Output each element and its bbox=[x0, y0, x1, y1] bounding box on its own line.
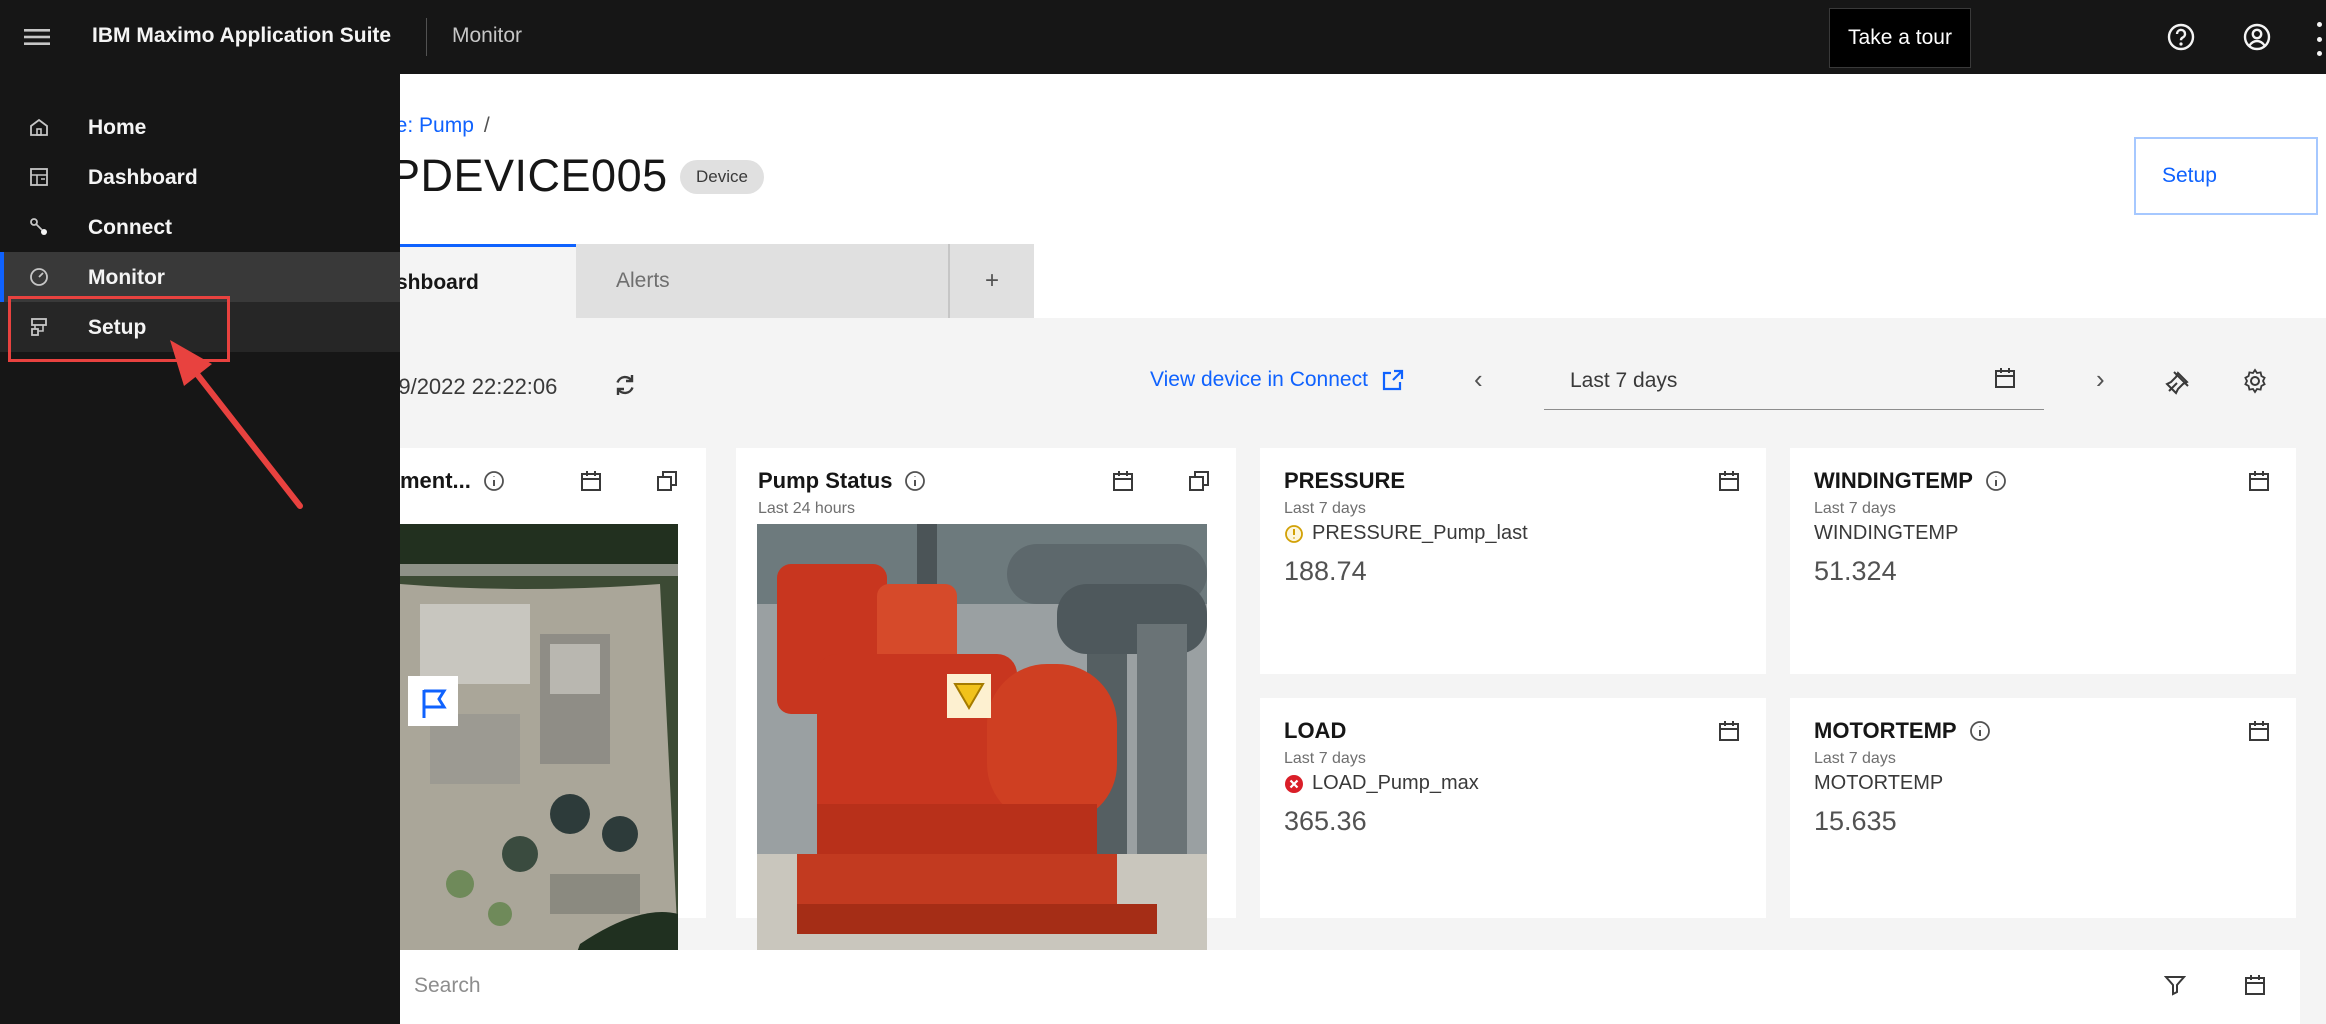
card-subtitle: Last 7 days bbox=[1814, 750, 1896, 767]
pressure-card: PRESSURE Last 7 days PRESSURE_Pump_last … bbox=[1260, 448, 1766, 674]
metric-value: 365.36 bbox=[1284, 806, 1367, 836]
menu-icon[interactable] bbox=[0, 0, 74, 74]
calendar-icon[interactable] bbox=[1112, 470, 1134, 497]
date-range-value: Last 7 days bbox=[1570, 368, 1678, 392]
device-tag: Device bbox=[680, 160, 764, 194]
launch-icon bbox=[1382, 369, 1404, 391]
card-subtitle: Last 24 hours bbox=[758, 500, 855, 517]
metric-name: MOTORTEMP bbox=[1814, 772, 1944, 794]
add-tab-button[interactable]: + bbox=[948, 244, 1034, 318]
card-subtitle: Last 7 days bbox=[1814, 500, 1896, 517]
filter-icon[interactable] bbox=[2163, 974, 2187, 1001]
sidenav-item-connect[interactable]: Connect bbox=[0, 202, 400, 252]
card-title: LOAD bbox=[1284, 718, 1347, 743]
monitor-icon bbox=[26, 264, 52, 290]
date-range-picker[interactable]: Last 7 days bbox=[1544, 352, 2044, 410]
search-bar[interactable]: Search bbox=[380, 950, 2300, 1024]
top-header-bar: IBM Maximo Application Suite Monitor Tak… bbox=[0, 0, 2326, 74]
calendar-icon[interactable] bbox=[2248, 720, 2270, 747]
calendar-icon[interactable] bbox=[2248, 470, 2270, 497]
sidenav-item-label: Connect bbox=[88, 216, 172, 239]
module-name: Monitor bbox=[452, 24, 523, 47]
calendar-icon[interactable] bbox=[1718, 720, 1740, 747]
card-title: Pump Status bbox=[758, 468, 926, 494]
metric-name: LOAD_Pump_max bbox=[1284, 772, 1479, 795]
card-subtitle: Last 7 days bbox=[1284, 500, 1366, 517]
take-a-tour-button[interactable]: Take a tour bbox=[1829, 8, 1971, 68]
annotation-highlight-box bbox=[8, 296, 230, 362]
sidenav-item-monitor[interactable]: Monitor bbox=[0, 252, 400, 302]
page-title: PDEVICE005 bbox=[390, 150, 668, 201]
next-range-button[interactable]: › bbox=[2096, 364, 2105, 395]
metric-name: PRESSURE_Pump_last bbox=[1284, 522, 1528, 545]
card-title: MOTORTEMP bbox=[1814, 718, 1991, 744]
load-card: LOAD Last 7 days LOAD_Pump_max 365.36 bbox=[1260, 698, 1766, 918]
card-subtitle: Last 7 days bbox=[1284, 750, 1366, 767]
dashboard-icon bbox=[26, 164, 52, 190]
motortemp-card: MOTORTEMP Last 7 days MOTORTEMP 15.635 bbox=[1790, 698, 2296, 918]
sidenav-item-home[interactable]: Home bbox=[0, 102, 400, 152]
calendar-icon[interactable] bbox=[1718, 470, 1740, 497]
view-device-in-connect-link[interactable]: View device in Connect bbox=[1150, 368, 1404, 392]
unpin-icon[interactable] bbox=[2164, 368, 2192, 401]
card-title: PRESSURE bbox=[1284, 468, 1406, 493]
home-icon bbox=[26, 114, 52, 140]
app-name[interactable]: IBM Maximo Application Suite bbox=[92, 24, 391, 48]
setup-button[interactable]: Setup bbox=[2134, 137, 2318, 215]
windingtemp-card: WINDINGTEMP Last 7 days WINDINGTEMP 51.3… bbox=[1790, 448, 2296, 674]
side-navigation: Home Dashboard Connect Monitor Setup bbox=[0, 74, 400, 1024]
header-divider bbox=[426, 18, 427, 56]
connect-icon bbox=[26, 214, 52, 240]
info-icon bbox=[1985, 471, 2006, 491]
tab-alerts[interactable]: Alerts bbox=[576, 244, 948, 318]
error-icon bbox=[1285, 774, 1303, 793]
site-map-image bbox=[400, 524, 678, 972]
help-icon[interactable] bbox=[2162, 18, 2200, 56]
user-avatar-icon[interactable] bbox=[2238, 18, 2276, 56]
metric-value: 51.324 bbox=[1814, 556, 1897, 586]
info-icon bbox=[1969, 721, 1990, 741]
settings-icon[interactable] bbox=[2242, 368, 2268, 399]
tab-list: shboard Alerts + bbox=[360, 244, 1034, 318]
sidenav-item-label: Monitor bbox=[88, 266, 165, 289]
warning-icon bbox=[1285, 524, 1303, 543]
calendar-icon[interactable] bbox=[580, 470, 602, 497]
sidenav-item-dashboard[interactable]: Dashboard bbox=[0, 152, 400, 202]
metric-name: WINDINGTEMP bbox=[1814, 522, 1959, 544]
expand-icon[interactable] bbox=[656, 470, 678, 497]
metric-value: 188.74 bbox=[1284, 556, 1367, 586]
refresh-icon[interactable] bbox=[612, 372, 638, 403]
metric-value: 15.635 bbox=[1814, 806, 1897, 836]
pump-image bbox=[757, 524, 1207, 970]
card-title: ment... bbox=[400, 468, 505, 494]
last-updated-timestamp: /19/2022 22:22:06 bbox=[380, 374, 558, 399]
sidenav-item-label: Home bbox=[88, 116, 147, 139]
calendar-icon[interactable] bbox=[2244, 974, 2266, 1001]
info-icon bbox=[484, 471, 504, 491]
expand-icon[interactable] bbox=[1188, 470, 1210, 497]
calendar-icon[interactable] bbox=[1994, 367, 2016, 394]
overflow-menu-icon[interactable] bbox=[2312, 22, 2326, 56]
card-title: WINDINGTEMP bbox=[1814, 468, 2007, 494]
previous-range-button[interactable]: ‹ bbox=[1474, 364, 1483, 395]
search-input[interactable]: Search bbox=[414, 974, 481, 998]
sidenav-item-label: Dashboard bbox=[88, 166, 198, 189]
info-icon bbox=[905, 471, 926, 491]
